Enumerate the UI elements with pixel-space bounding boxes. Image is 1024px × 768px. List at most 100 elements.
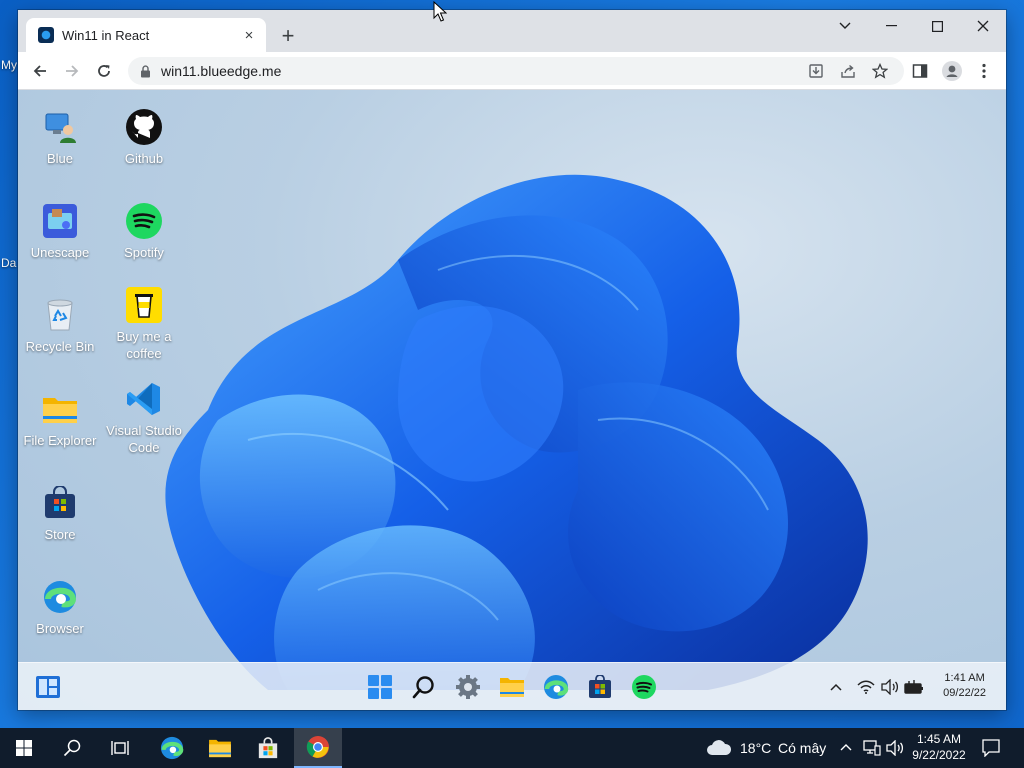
network-icon[interactable]	[863, 740, 881, 756]
taskbar-file-explorer-button[interactable]	[498, 673, 526, 701]
tab-search-button[interactable]	[822, 10, 868, 42]
win11-date: 09/22/22	[943, 687, 986, 699]
desktop-icon-label: Visual Studio Code	[106, 423, 182, 455]
volume-icon	[881, 679, 899, 695]
reload-button[interactable]	[91, 58, 117, 84]
win10-clock[interactable]: 1:45 AM 9/22/2022	[906, 731, 972, 763]
desktop-icon-label: File Explorer	[23, 433, 97, 448]
battery-icon	[904, 680, 923, 694]
win10-start-button[interactable]	[0, 728, 48, 768]
forward-button[interactable]	[59, 58, 85, 84]
browser-toolbar: win11.blueedge.me	[18, 52, 1006, 90]
address-bar[interactable]: win11.blueedge.me	[128, 57, 904, 85]
spotify-icon	[632, 675, 656, 699]
edge-icon	[41, 578, 79, 616]
user-computer-icon	[41, 108, 79, 146]
close-button[interactable]	[960, 10, 1006, 42]
kebab-menu-icon	[982, 63, 986, 79]
file-explorer-icon	[209, 739, 231, 758]
tab-favicon-icon	[38, 27, 54, 43]
desktop-icon-vscode[interactable]: Visual Studio Code	[104, 380, 184, 456]
arrow-right-icon	[66, 65, 79, 77]
side-panel-button[interactable]	[907, 58, 933, 84]
maximize-button[interactable]	[914, 10, 960, 42]
win11-taskbar: 1:41 AM 09/22/22	[18, 662, 1006, 710]
chrome-icon	[306, 736, 329, 758]
volume-icon[interactable]	[886, 740, 904, 756]
win10-search-button[interactable]	[48, 728, 96, 768]
windows-start-icon	[16, 740, 32, 756]
desktop-icon-label: Blue	[46, 151, 74, 166]
tray-expand-button[interactable]	[822, 673, 850, 701]
store-icon	[589, 675, 611, 698]
notification-icon[interactable]	[982, 739, 1000, 757]
desktop-icon-unescape[interactable]: Unescape	[20, 202, 100, 261]
win10-chrome-button[interactable]	[294, 728, 342, 768]
win10-store-button[interactable]	[244, 728, 292, 768]
edge-icon	[544, 675, 569, 699]
desktop-icon-browser[interactable]: Browser	[20, 578, 100, 637]
chevron-up-icon	[830, 683, 842, 691]
minimize-icon	[885, 25, 897, 27]
lock-icon	[141, 64, 150, 77]
task-view-icon	[111, 741, 129, 755]
desktop-icon-label: Recycle Bin	[25, 339, 95, 354]
tab-close-icon[interactable]: ×	[240, 26, 258, 44]
wifi-icon	[857, 680, 875, 694]
browser-tab[interactable]: Win11 in React ×	[26, 18, 266, 52]
share-icon[interactable]	[836, 59, 860, 83]
desktop-icon-blue[interactable]: Blue	[20, 108, 100, 167]
win10-date: 9/22/2022	[912, 748, 966, 762]
taskbar-store-button[interactable]	[586, 673, 614, 701]
outer-desktop-label-2: Da	[1, 256, 17, 270]
tab-title: Win11 in React	[62, 27, 150, 43]
desktop-icon-label: Store	[44, 527, 76, 542]
chrome-window: Win11 in React × + win11.blueedge.me Blu…	[18, 10, 1006, 710]
profile-button[interactable]	[939, 58, 965, 84]
desktop-icon-recycle-bin[interactable]: Recycle Bin	[20, 296, 100, 355]
chevron-down-icon	[839, 22, 851, 29]
mouse-cursor-icon	[433, 1, 447, 22]
win11-desktop[interactable]: Blue Unescape Recycle Bin File Explorer …	[18, 90, 1006, 710]
back-button[interactable]	[27, 58, 53, 84]
cloud-icon	[707, 740, 732, 755]
taskbar-spotify-button[interactable]	[630, 673, 658, 701]
weather-temp[interactable]: 18°C	[740, 740, 771, 756]
menu-button[interactable]	[971, 58, 997, 84]
desktop-icon-buy-me-a-coffee[interactable]: Buy me a coffee	[104, 286, 184, 362]
desktop-icon-github[interactable]: Github	[104, 108, 184, 167]
desktop-icon-spotify[interactable]: Spotify	[104, 202, 184, 261]
chevron-up-icon[interactable]	[840, 743, 852, 751]
win11-time: 1:41 AM	[944, 672, 985, 684]
bookmark-star-icon[interactable]	[868, 59, 892, 83]
store-bag-icon	[41, 484, 79, 522]
tray-battery[interactable]	[900, 673, 928, 701]
file-explorer-icon	[500, 678, 524, 697]
store-icon	[258, 737, 278, 759]
win10-time: 1:45 AM	[916, 732, 962, 746]
reload-icon	[98, 65, 110, 77]
search-icon	[63, 739, 81, 757]
taskbar-settings-button[interactable]	[454, 673, 482, 701]
arrow-left-icon	[33, 65, 46, 77]
unescape-game-icon	[41, 202, 79, 240]
win10-edge-button[interactable]	[148, 728, 196, 768]
widgets-icon	[36, 676, 60, 698]
desktop-icon-file-explorer[interactable]: File Explorer	[20, 390, 100, 449]
settings-icon	[456, 675, 480, 699]
win11-clock[interactable]: 1:41 AM 09/22/22	[943, 671, 986, 701]
github-icon	[125, 108, 163, 146]
desktop-icon-store[interactable]: Store	[20, 484, 100, 543]
close-icon	[977, 20, 989, 32]
win10-file-explorer-button[interactable]	[196, 728, 244, 768]
minimize-button[interactable]	[868, 10, 914, 42]
install-app-icon[interactable]	[804, 59, 828, 83]
tab-strip: Win11 in React × +	[18, 10, 1006, 52]
win10-task-view-button[interactable]	[96, 728, 144, 768]
widgets-button[interactable]	[34, 673, 62, 701]
weather-text[interactable]: Có mây	[778, 740, 826, 756]
taskbar-edge-button[interactable]	[542, 673, 570, 701]
new-tab-button[interactable]: +	[276, 24, 300, 48]
start-button[interactable]	[366, 673, 394, 701]
taskbar-search-button[interactable]	[410, 673, 438, 701]
